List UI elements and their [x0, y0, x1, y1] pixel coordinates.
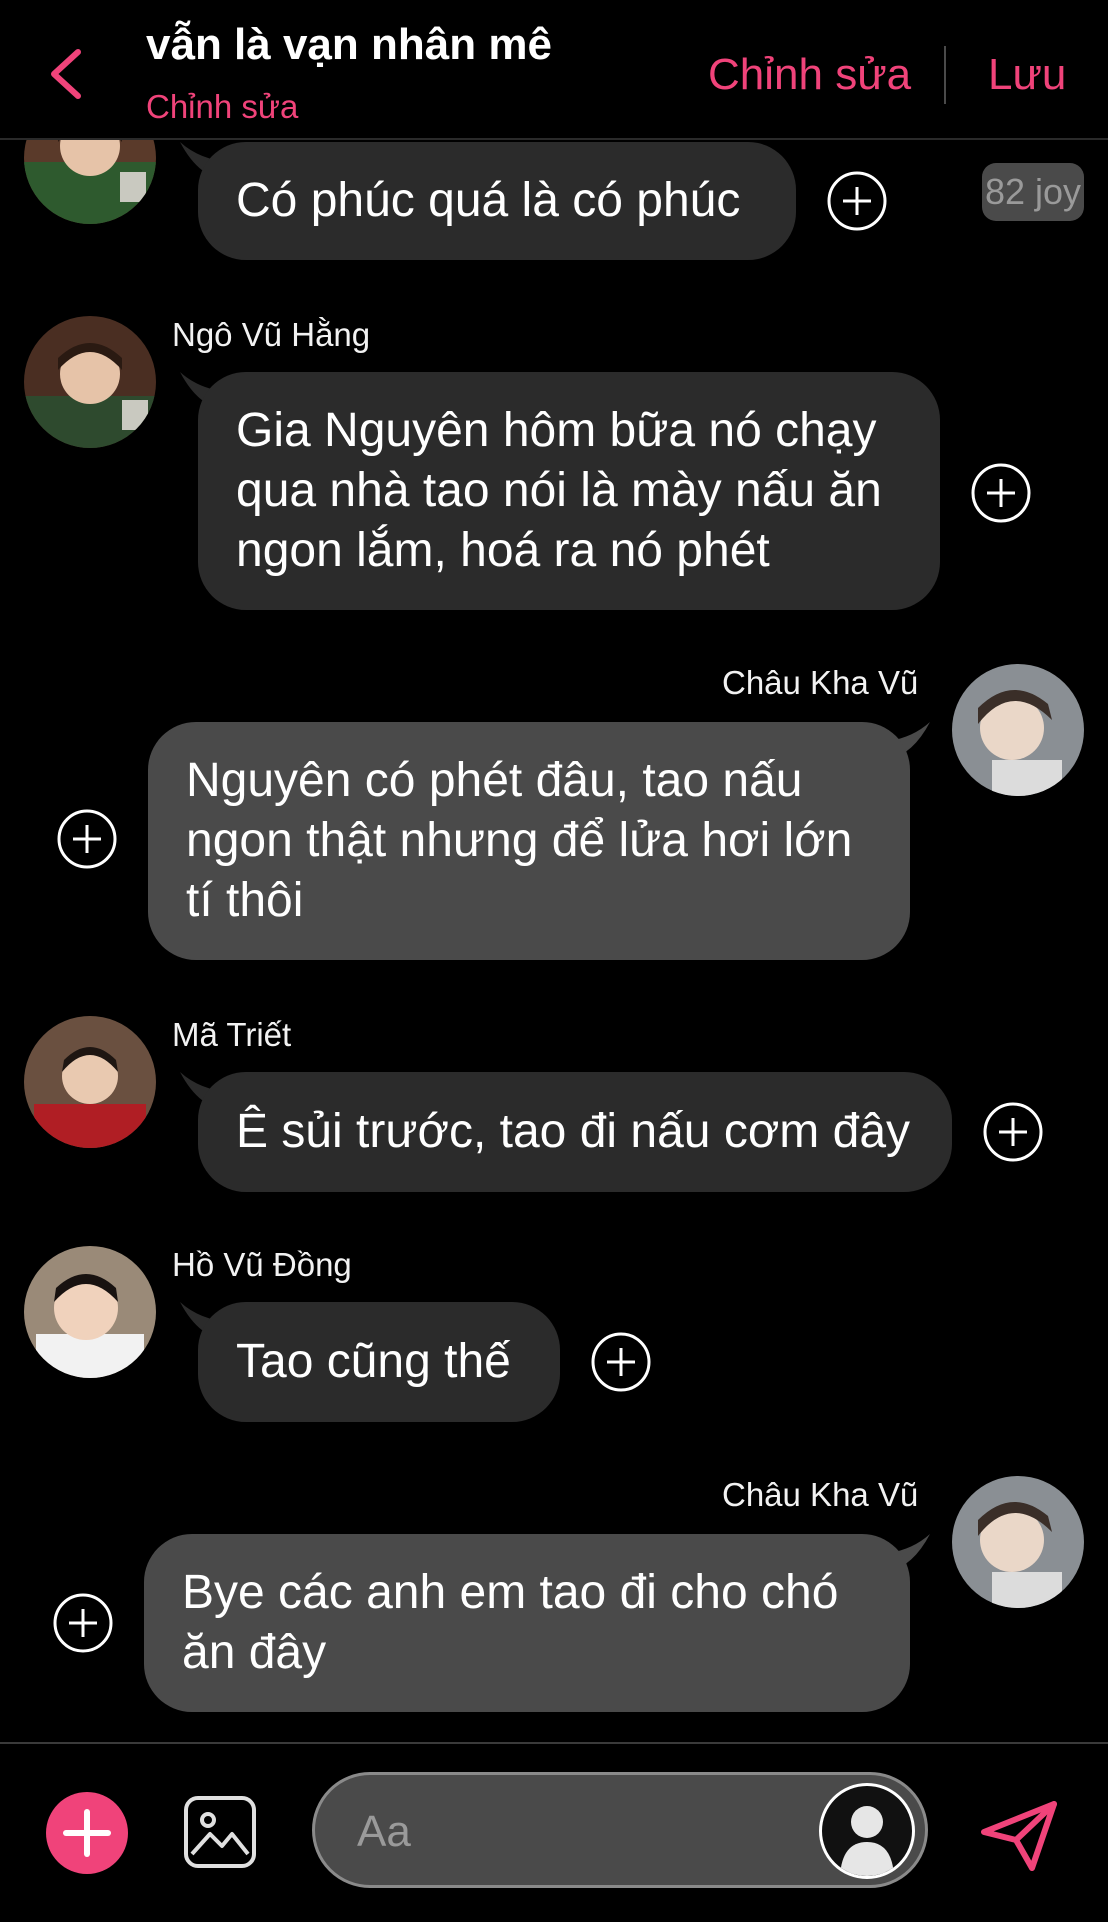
- edit-button[interactable]: Chỉnh sửa: [708, 50, 911, 100]
- message-list[interactable]: Có phúc quá là có phúc 82 joy Ngô Vũ Hằn…: [0, 140, 1108, 1740]
- message-text: Tao cũng thế: [236, 1335, 511, 1388]
- chat-subtitle-edit-link[interactable]: Chỉnh sửa: [146, 88, 298, 126]
- message-text: Nguyên có phét đâu, tao nấu ngon thật nh…: [186, 754, 853, 927]
- message-text: Gia Nguyên hôm bữa nó chạy qua nhà tao n…: [236, 404, 882, 577]
- message-composer: [0, 1742, 1108, 1922]
- sender-name: Hồ Vũ Đồng: [172, 1246, 352, 1283]
- avatar[interactable]: [24, 1016, 156, 1148]
- avatar[interactable]: [952, 1476, 1084, 1608]
- header-divider: [944, 46, 946, 104]
- sender-name: Ngô Vũ Hằng: [172, 316, 371, 353]
- message-input[interactable]: [355, 1801, 799, 1863]
- sender-name: Châu Kha Vũ: [722, 664, 919, 701]
- avatar[interactable]: [952, 664, 1084, 796]
- user-photo-icon: [952, 1476, 1084, 1608]
- add-reaction-icon[interactable]: [970, 462, 1032, 524]
- add-reaction-icon[interactable]: [52, 1592, 114, 1654]
- message-bubble[interactable]: Nguyên có phét đâu, tao nấu ngon thật nh…: [148, 722, 910, 960]
- message-bubble[interactable]: Ê sủi trước, tao đi nấu cơm đây: [198, 1072, 952, 1192]
- message-bubble[interactable]: Bye các anh em tao đi cho chó ăn đây: [144, 1534, 910, 1712]
- image-icon[interactable]: [182, 1794, 258, 1870]
- message-bubble[interactable]: Gia Nguyên hôm bữa nó chạy qua nhà tao n…: [198, 372, 940, 610]
- joy-badge: 82 joy: [982, 163, 1084, 221]
- save-button[interactable]: Lưu: [988, 50, 1066, 100]
- add-reaction-icon[interactable]: [982, 1101, 1044, 1163]
- add-reaction-icon[interactable]: [826, 170, 888, 232]
- avatar[interactable]: [24, 1246, 156, 1378]
- send-icon[interactable]: [978, 1798, 1060, 1874]
- message-input-container[interactable]: [312, 1772, 928, 1888]
- plus-icon[interactable]: [46, 1792, 128, 1874]
- message-bubble[interactable]: Tao cũng thế: [198, 1302, 560, 1422]
- user-photo-icon: [24, 1246, 156, 1378]
- sender-name: Châu Kha Vũ: [722, 1476, 919, 1513]
- chat-title: vẫn là vạn nhân mê: [146, 20, 552, 69]
- back-arrow-icon[interactable]: [44, 44, 88, 104]
- message-text: Bye các anh em tao đi cho chó ăn đây: [182, 1566, 839, 1679]
- user-photo-icon: [24, 140, 156, 224]
- message-bubble[interactable]: Có phúc quá là có phúc: [198, 142, 796, 260]
- avatar-icon[interactable]: [819, 1783, 915, 1879]
- avatar[interactable]: [24, 140, 156, 224]
- user-photo-icon: [24, 1016, 156, 1148]
- add-reaction-icon[interactable]: [56, 808, 118, 870]
- message-text: Ê sủi trước, tao đi nấu cơm đây: [236, 1105, 911, 1158]
- user-photo-icon: [24, 316, 156, 448]
- message-text: Có phúc quá là có phúc: [236, 174, 741, 227]
- user-photo-icon: [952, 664, 1084, 796]
- add-reaction-icon[interactable]: [590, 1331, 652, 1393]
- chat-header: vẫn là vạn nhân mê Chỉnh sửa Chỉnh sửa L…: [0, 0, 1108, 140]
- avatar[interactable]: [24, 316, 156, 448]
- sender-name: Mã Triết: [172, 1016, 292, 1053]
